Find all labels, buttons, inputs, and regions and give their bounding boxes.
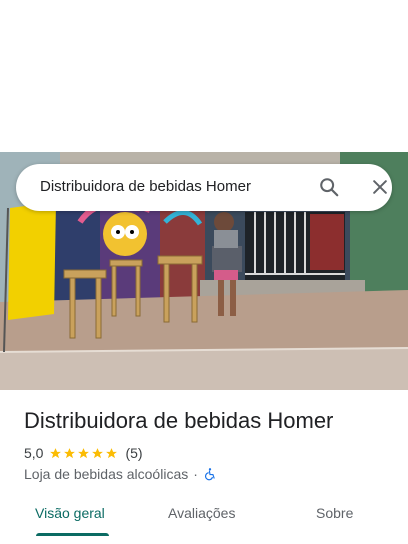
star-icon [64,447,76,458]
tab-visao-geral[interactable]: Visão geral [35,505,105,521]
tab-sobre[interactable]: Sobre [316,505,353,521]
star-icon [50,447,62,458]
wheelchair-accessible-icon [204,468,215,481]
review-count[interactable]: (5) [125,445,142,461]
active-tab-indicator [36,533,109,536]
search-icon[interactable] [318,176,340,198]
close-icon[interactable] [370,177,390,197]
search-input[interactable]: Distribuidora de bebidas Homer [40,178,251,195]
star-icon [106,447,118,458]
rating-value: 5,0 [24,445,44,461]
search-bar[interactable]: Distribuidora de bebidas Homer [16,164,392,211]
tab-avaliacoes[interactable]: Avaliações [168,505,235,521]
star-icon [92,447,104,458]
place-title: Distribuidora de bebidas Homer [24,408,334,433]
separator-dot: · [193,466,198,482]
category-row: Loja de bebidas alcoólicas · [24,465,217,483]
star-icon [78,447,90,458]
place-category: Loja de bebidas alcoólicas [24,466,189,482]
star-rating [49,447,119,460]
rating-row[interactable]: 5,0 (5) [24,444,143,462]
